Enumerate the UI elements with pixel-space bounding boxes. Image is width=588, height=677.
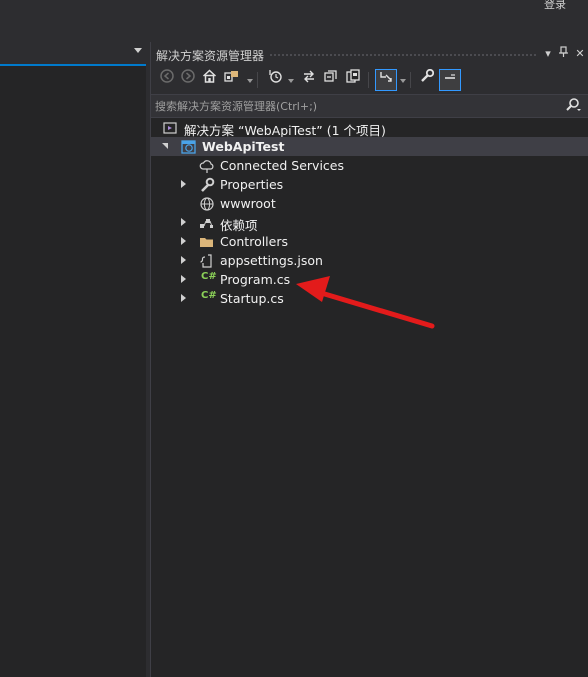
tree-item-label: Properties <box>220 177 284 192</box>
pending-changes-icon[interactable] <box>264 69 286 91</box>
collapse-all-icon[interactable] <box>320 69 342 91</box>
tree-item-label: Connected Services <box>220 158 344 173</box>
tree-item-label: wwwroot <box>220 196 276 211</box>
sync-icon[interactable] <box>298 69 320 91</box>
expanded-arrow-icon[interactable] <box>162 143 168 149</box>
sync-with-active-doc-icon[interactable] <box>375 69 397 91</box>
toolbar-separator <box>257 72 258 88</box>
search-bar <box>151 94 588 118</box>
sign-in-link[interactable]: 登录 <box>544 0 566 12</box>
sync-dropdown-icon[interactable] <box>400 79 406 83</box>
tree-item-wwwroot[interactable]: wwwroot <box>151 194 588 213</box>
collapsed-arrow-icon[interactable] <box>181 294 186 302</box>
tree-item-program-cs[interactable]: C# Program.cs <box>151 270 588 289</box>
tree-item-label: Startup.cs <box>220 291 284 306</box>
folder-icon <box>199 234 215 250</box>
project-node[interactable]: WebApiTest <box>151 137 588 156</box>
home-icon[interactable] <box>198 69 220 91</box>
collapsed-arrow-icon[interactable] <box>181 256 186 264</box>
title-grip[interactable] <box>269 53 537 58</box>
pin-icon[interactable] <box>557 46 571 62</box>
csharp-file-icon: C# <box>201 290 217 301</box>
toolbar-separator <box>410 72 411 88</box>
tab-dropdown-icon[interactable] <box>134 48 142 53</box>
window-position-dropdown-icon[interactable]: ▾ <box>541 46 555 62</box>
tree-item-label: Program.cs <box>220 272 291 287</box>
csharp-file-icon: C# <box>201 271 217 282</box>
panel-title-bar: 解决方案资源管理器 ▾ ✕ <box>151 42 588 66</box>
tree-item-connected-services[interactable]: Connected Services <box>151 156 588 175</box>
tree-item-controllers[interactable]: Controllers <box>151 232 588 251</box>
web-project-icon <box>181 139 197 155</box>
collapsed-arrow-icon[interactable] <box>181 218 186 226</box>
tree-item-startup-cs[interactable]: C# Startup.cs <box>151 289 588 308</box>
solution-node[interactable]: 解决方案 “WebApiTest” (1 个项目) <box>151 118 588 138</box>
wrench-icon <box>199 177 215 193</box>
solution-icon <box>163 120 179 136</box>
preview-icon[interactable] <box>439 69 461 91</box>
show-all-files-icon[interactable] <box>342 69 364 91</box>
collapsed-arrow-icon[interactable] <box>181 237 186 245</box>
search-icon[interactable] <box>565 97 581 115</box>
top-bar: 登录 <box>0 0 588 42</box>
project-label: WebApiTest <box>202 139 285 154</box>
tree-item-dependencies[interactable]: 依赖项 <box>151 213 588 233</box>
tree-item-label: Controllers <box>220 234 288 249</box>
panel-title: 解决方案资源管理器 <box>156 49 265 63</box>
switch-views-icon[interactable] <box>221 69 243 91</box>
switch-views-dropdown-icon[interactable] <box>247 79 253 83</box>
tree-item-label: appsettings.json <box>220 253 323 268</box>
search-input[interactable] <box>155 97 555 115</box>
dependencies-icon <box>199 215 215 231</box>
collapsed-arrow-icon[interactable] <box>181 275 186 283</box>
back-icon[interactable] <box>156 69 178 91</box>
cloud-icon <box>199 158 215 174</box>
globe-icon <box>199 196 215 212</box>
explorer-toolbar <box>151 66 588 94</box>
collapsed-arrow-icon[interactable] <box>181 180 186 188</box>
tree-item-appsettings[interactable]: appsettings.json <box>151 251 588 270</box>
editor-tab-strip <box>0 42 146 66</box>
toolbar-separator <box>368 72 369 88</box>
json-icon <box>199 253 215 269</box>
tree-item-properties[interactable]: Properties <box>151 175 588 194</box>
properties-icon[interactable] <box>416 68 438 91</box>
pending-changes-dropdown-icon[interactable] <box>288 79 294 83</box>
close-icon[interactable]: ✕ <box>573 46 587 62</box>
forward-icon[interactable] <box>177 69 199 91</box>
editor-area <box>0 42 146 677</box>
solution-explorer-panel: 解决方案资源管理器 ▾ ✕ 搜索解决方案资源管理器(Ctrl+;) 解决方案 “… <box>150 42 588 677</box>
